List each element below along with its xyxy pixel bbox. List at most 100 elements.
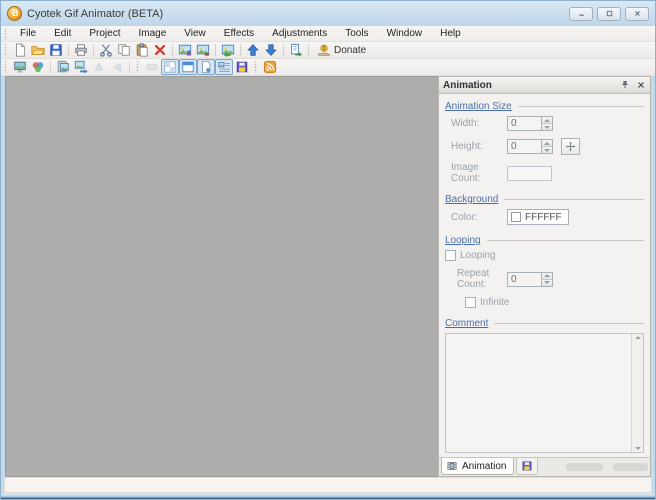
adjust-colors-button[interactable] [29, 59, 47, 75]
separator [240, 44, 241, 56]
donate-button[interactable]: Donate [312, 42, 371, 58]
show-page-toggle[interactable] [197, 59, 215, 75]
open-button[interactable] [29, 42, 47, 58]
toolbar-toggle-grip[interactable] [135, 61, 140, 74]
comment-scrollbar[interactable] [631, 334, 643, 452]
resize-button[interactable] [561, 138, 580, 155]
menu-adjustments[interactable]: Adjustments [263, 27, 336, 40]
export-animation-button[interactable] [287, 42, 305, 58]
pin-icon[interactable] [620, 80, 630, 90]
background-color-picker[interactable]: FFFFFF [507, 209, 569, 225]
separator [50, 61, 51, 73]
image-count-row: Image Count: [445, 162, 644, 184]
close-button[interactable] [625, 7, 649, 21]
looping-row: Looping [445, 250, 644, 261]
floppy-icon [521, 460, 533, 472]
paste-button[interactable] [133, 42, 151, 58]
menu-project[interactable]: Project [80, 27, 129, 40]
separator [283, 44, 284, 56]
width-label: Width: [451, 118, 507, 129]
height-label: Height: [451, 141, 507, 152]
toolbar-feed-grip[interactable] [253, 61, 258, 74]
cut-button[interactable] [97, 42, 115, 58]
section-comment: Comment [445, 318, 644, 329]
app-icon [7, 6, 22, 21]
menu-file[interactable]: File [11, 27, 45, 40]
save-button[interactable] [47, 42, 65, 58]
print-button[interactable] [72, 42, 90, 58]
nav-back-button[interactable] [108, 59, 126, 75]
minimize-button[interactable] [569, 7, 593, 21]
show-titlebar-toggle[interactable] [179, 59, 197, 75]
repeat-count-label: Repeat Count: [457, 268, 507, 290]
height-spinner[interactable]: 0 [507, 139, 553, 154]
image-count-field[interactable] [507, 166, 552, 181]
section-background: Background [445, 194, 644, 205]
save-palette-button[interactable] [233, 59, 251, 75]
menu-window[interactable]: Window [378, 27, 432, 40]
tab-animation[interactable]: Animation [441, 458, 514, 475]
window-bottom-frame [1, 493, 655, 499]
looping-checkbox-label: Looping [460, 250, 496, 261]
section-animation-size: Animation Size [445, 101, 644, 112]
menu-image[interactable]: Image [129, 27, 175, 40]
menu-tools[interactable]: Tools [336, 27, 377, 40]
blurred-segment [613, 463, 648, 471]
menu-effects[interactable]: Effects [215, 27, 263, 40]
infinite-row: Infinite [465, 297, 644, 308]
width-row: Width: 0 [445, 116, 644, 131]
separator [93, 44, 94, 56]
height-spin-down[interactable] [542, 146, 552, 153]
color-row: Color: FFFFFF [445, 209, 644, 225]
color-swatch [511, 212, 521, 222]
panel-close-icon[interactable] [636, 80, 646, 90]
repeat-count-spinner[interactable]: 0 [507, 272, 553, 287]
paste-frame-button[interactable] [54, 59, 72, 75]
image-count-label: Image Count: [451, 162, 507, 184]
comment-field[interactable] [446, 334, 631, 452]
film-icon [446, 460, 458, 472]
scroll-up-icon[interactable] [635, 336, 641, 339]
copy-button[interactable] [115, 42, 133, 58]
animation-panel: Animation Animation Size Width: 0 [438, 76, 651, 477]
show-thumbnails-toggle[interactable] [215, 59, 233, 75]
panel-body: Animation Size Width: 0 Height: [439, 94, 650, 457]
nav-up-button[interactable] [90, 59, 108, 75]
app-window: Cyotek Gif Animator (BETA) File Edit Pro… [0, 0, 656, 500]
width-spin-down[interactable] [542, 123, 552, 130]
menu-view[interactable]: View [175, 27, 215, 40]
move-down-button[interactable] [262, 42, 280, 58]
preview-button[interactable] [11, 59, 29, 75]
infinite-checkbox[interactable] [465, 297, 476, 308]
menu-grip[interactable] [3, 28, 8, 40]
width-spinner[interactable]: 0 [507, 116, 553, 131]
move-up-button[interactable] [244, 42, 262, 58]
toolbar-view-grip[interactable] [3, 61, 8, 74]
tab-frames[interactable] [516, 458, 538, 475]
transparency-grid-toggle[interactable] [161, 59, 179, 75]
looping-checkbox[interactable] [445, 250, 456, 261]
extract-frames-button[interactable] [219, 42, 237, 58]
news-feed-button[interactable] [261, 59, 279, 75]
repeat-spin-down[interactable] [542, 279, 552, 286]
menu-edit[interactable]: Edit [45, 27, 80, 40]
repeat-count-row: Repeat Count: 0 [457, 268, 644, 290]
add-image-button[interactable] [176, 42, 194, 58]
new-button[interactable] [11, 42, 29, 58]
insert-image-button[interactable] [194, 42, 212, 58]
maximize-button[interactable] [597, 7, 621, 21]
toolbar-main-grip[interactable] [3, 44, 8, 57]
blurred-segment [566, 463, 602, 471]
panel-title: Animation [443, 80, 492, 91]
toolbar-main: Donate [1, 42, 655, 59]
menu-bar: File Edit Project Image View Effects Adj… [1, 26, 655, 42]
scroll-down-icon[interactable] [635, 447, 641, 450]
copy-frame-button[interactable] [72, 59, 90, 75]
separator [172, 44, 173, 56]
delete-button[interactable] [151, 42, 169, 58]
canvas-workspace [5, 76, 438, 477]
menu-help[interactable]: Help [431, 27, 470, 40]
draft-mode-button[interactable] [143, 59, 161, 75]
donate-label: Donate [334, 45, 366, 56]
separator [129, 61, 130, 73]
